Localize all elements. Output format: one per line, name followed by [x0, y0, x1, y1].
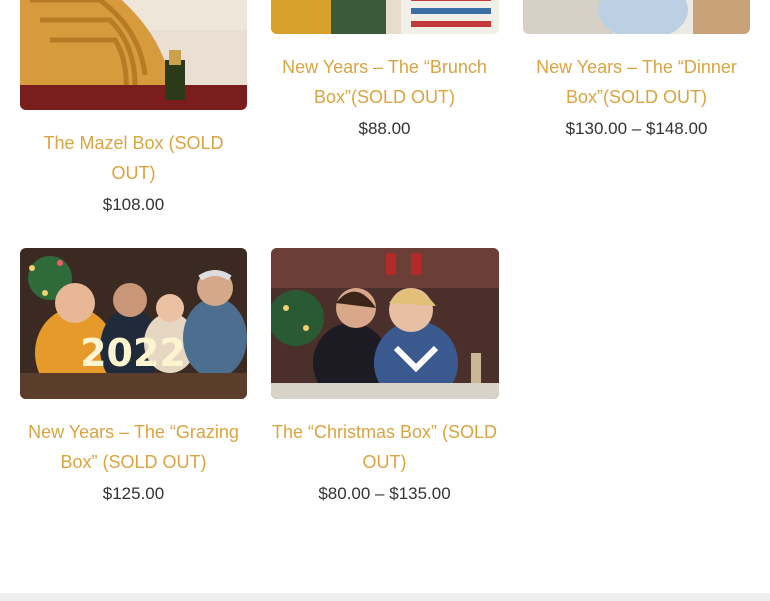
product-title-link[interactable]: New Years – The “Brunch Box”(SOLD OUT): [271, 52, 498, 112]
product-title-link[interactable]: New Years – The “Dinner Box”(SOLD OUT): [523, 52, 750, 112]
product-card: New Years – The “Grazing Box” (SOLD OUT)…: [20, 417, 247, 505]
product-image[interactable]: [523, 0, 750, 34]
product-price: $125.00: [102, 484, 165, 503]
product-price: $130.00 – $148.00: [565, 119, 708, 138]
product-price: $80.00 – $135.00: [318, 484, 451, 503]
product-image[interactable]: 2022: [20, 248, 247, 399]
product-price: $108.00: [102, 195, 165, 214]
product-image[interactable]: [271, 248, 499, 399]
product-card: New Years – The “Brunch Box”(SOLD OUT) $…: [271, 52, 498, 140]
product-price: $88.00: [358, 119, 411, 138]
footer-divider: [0, 593, 770, 601]
product-title-link[interactable]: The “Christmas Box” (SOLD OUT): [271, 417, 498, 477]
product-title-link[interactable]: New Years – The “Grazing Box” (SOLD OUT): [20, 417, 247, 477]
product-card: The Mazel Box (SOLD OUT) $108.00: [20, 128, 247, 216]
product-image[interactable]: [20, 0, 247, 110]
product-card: The “Christmas Box” (SOLD OUT) $80.00 – …: [271, 417, 498, 505]
product-title-link[interactable]: The Mazel Box (SOLD OUT): [20, 128, 247, 188]
product-image[interactable]: [271, 0, 499, 34]
product-card: New Years – The “Dinner Box”(SOLD OUT) $…: [523, 52, 750, 140]
svg-text:2022: 2022: [80, 331, 186, 375]
